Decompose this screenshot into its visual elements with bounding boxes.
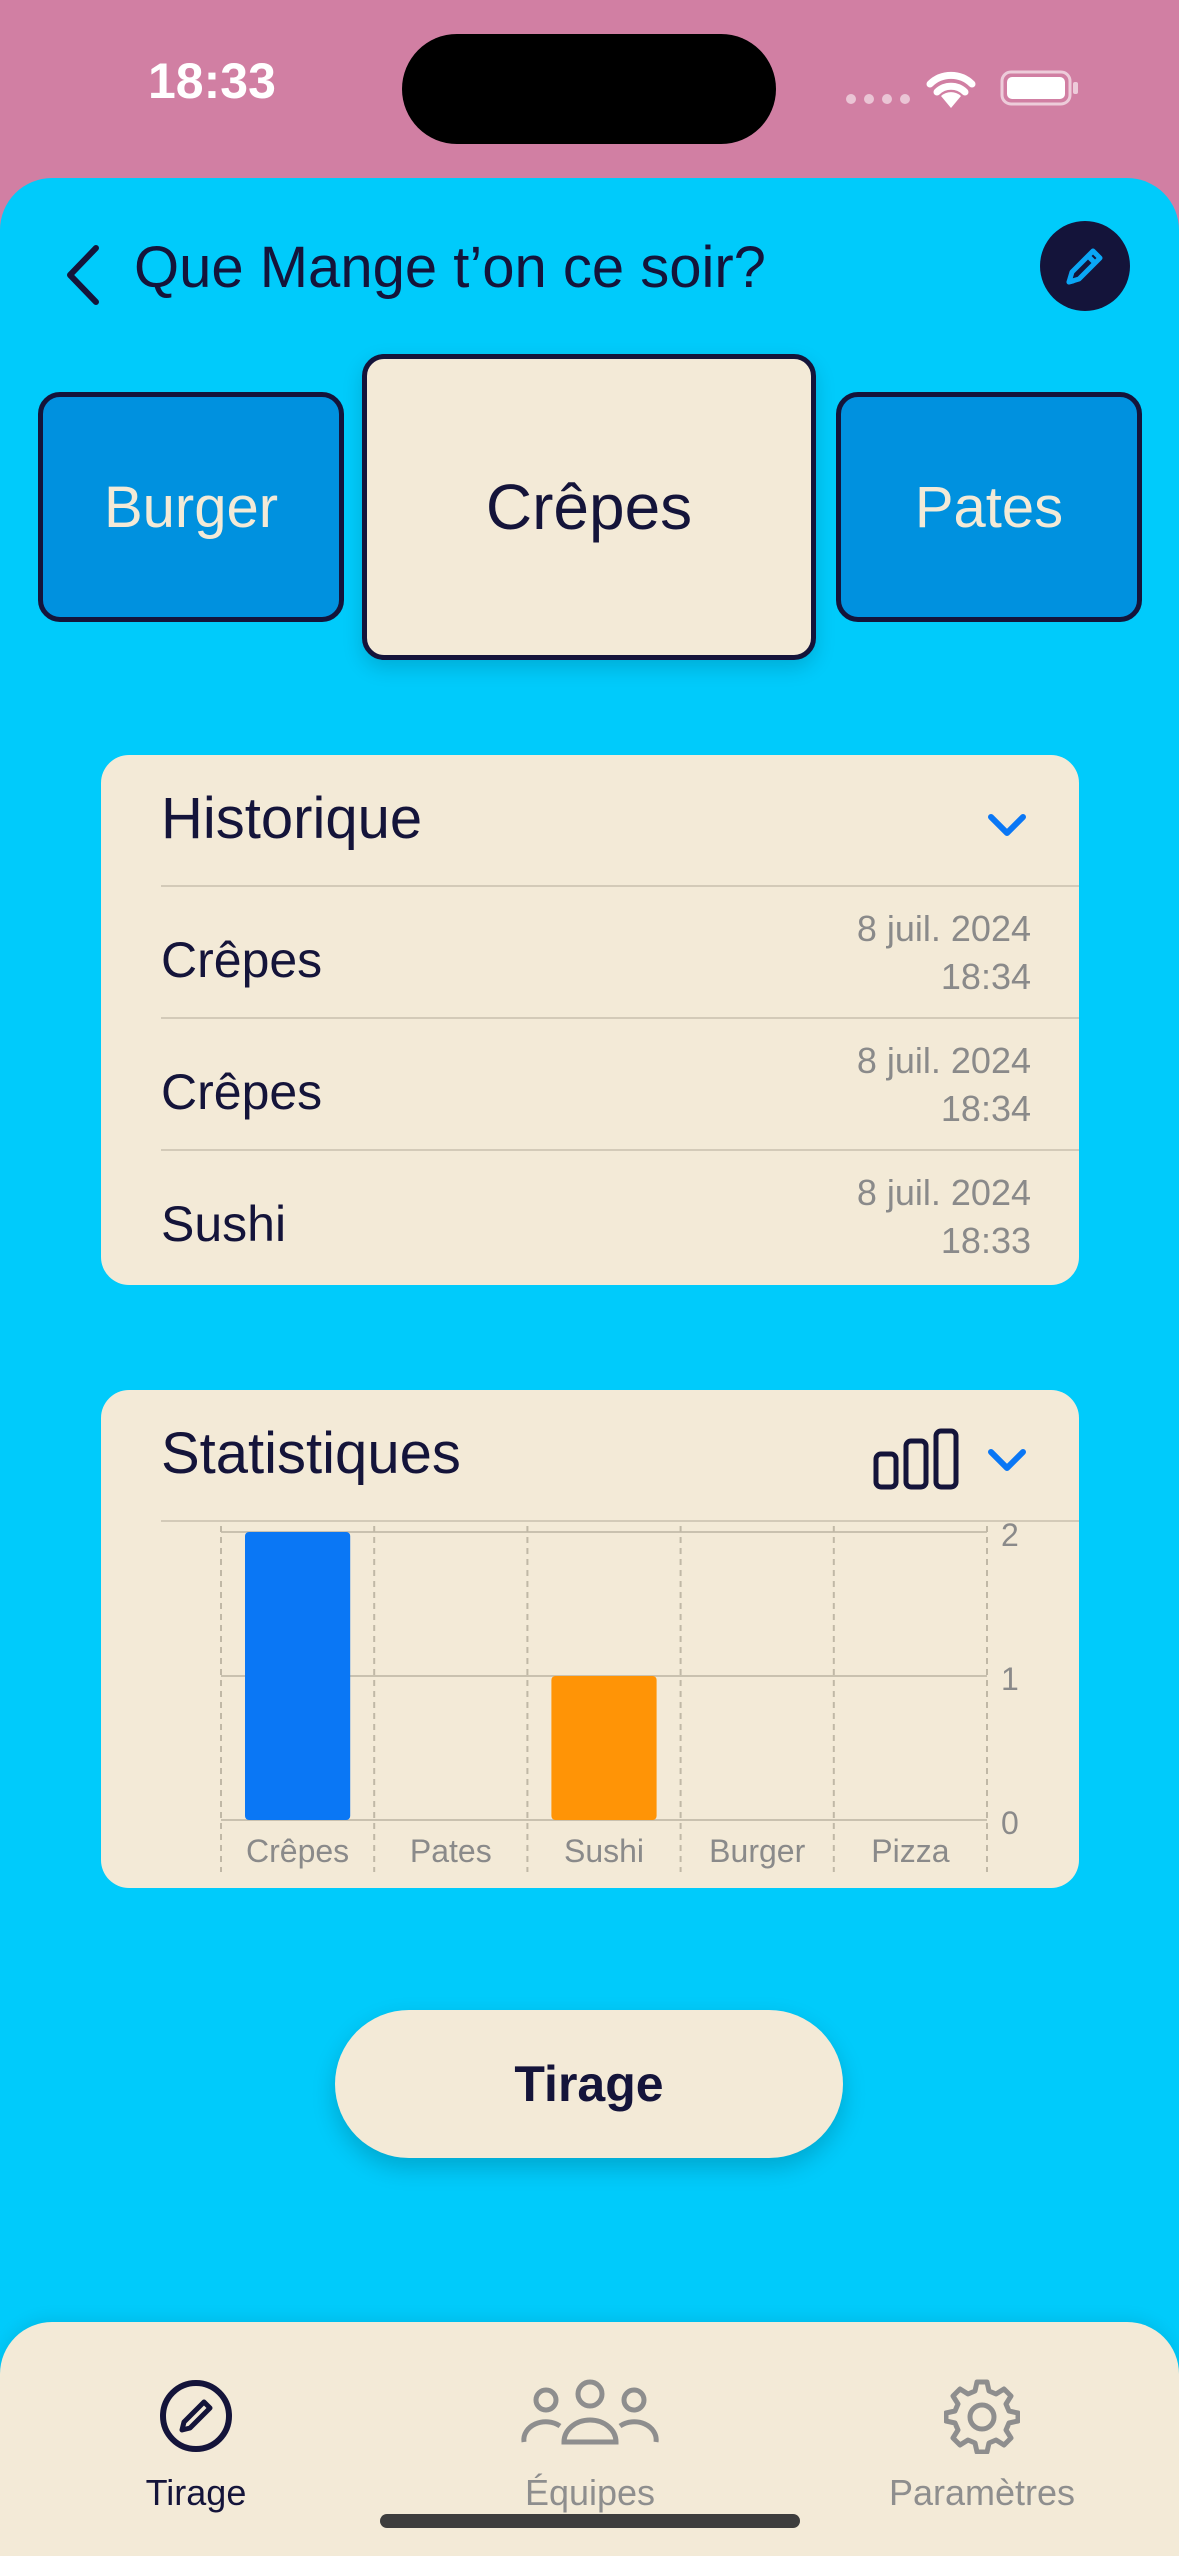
x-tick-label: Burger xyxy=(709,1833,805,1869)
dynamic-island xyxy=(402,34,776,144)
carousel-card-left[interactable]: Burger xyxy=(38,392,344,622)
tab-label: Équipes xyxy=(524,2472,656,2513)
gear-icon xyxy=(944,2379,1020,2454)
tab-label: Paramètres xyxy=(888,2472,1076,2513)
chevron-down-icon[interactable] xyxy=(985,810,1029,840)
x-tick-label: Pates xyxy=(410,1833,492,1869)
x-tick-label: Pizza xyxy=(871,1833,949,1869)
wifi-icon xyxy=(926,71,976,108)
history-item-name: Crêpes xyxy=(161,1064,323,1120)
statistics-title: Statistiques xyxy=(161,1421,461,1486)
statistics-bar-chart: 0 1 2 Crêpes Pates Sushi Burger Pizza xyxy=(220,1522,1019,1872)
y-tick-label: 1 xyxy=(1001,1661,1019,1697)
tab-label: Tirage xyxy=(145,2472,247,2513)
main-sheet: Que Mange t’on ce soir? Burger Crêpes Pa… xyxy=(0,178,1179,2556)
status-time: 18:33 xyxy=(148,53,276,109)
draw-button[interactable]: Tirage xyxy=(335,2010,843,2158)
battery-icon xyxy=(1000,70,1078,106)
history-item-date: 8 juil. 2024 18:33 xyxy=(856,1172,1031,1261)
history-panel: Historique Crêpes 8 juil. 2024 18:34 Crêp… xyxy=(101,755,1079,1285)
carousel-card-right[interactable]: Pates xyxy=(836,392,1142,622)
bar-chart-icon[interactable] xyxy=(873,1428,959,1490)
page-title: Que Mange t’on ce soir? xyxy=(134,235,766,300)
home-indicator xyxy=(380,2514,800,2528)
pencil-icon xyxy=(1066,248,1103,285)
x-tick-label: Crêpes xyxy=(246,1833,349,1869)
history-row: Sushi 8 juil. 2024 18:33 xyxy=(161,1151,1031,1281)
y-tick-label: 0 xyxy=(1001,1805,1019,1841)
edit-button[interactable] xyxy=(1040,221,1130,311)
carousel-card-selected[interactable]: Crêpes xyxy=(362,354,816,660)
x-tick-label: Sushi xyxy=(564,1833,644,1869)
chevron-down-icon[interactable] xyxy=(985,1445,1029,1475)
people-icon xyxy=(521,2379,659,2445)
bar-sushi xyxy=(551,1676,657,1820)
tab-parametres[interactable]: Paramètres xyxy=(832,2322,1132,2556)
y-tick-label: 2 xyxy=(1001,1522,1019,1553)
history-title: Historique xyxy=(161,786,423,851)
history-item-name: Sushi xyxy=(161,1196,287,1252)
pencil-circle-icon xyxy=(160,2380,232,2452)
cellular-signal-icon xyxy=(846,94,910,104)
history-row: Crêpes 8 juil. 2024 18:34 xyxy=(161,1019,1031,1149)
history-item-name: Crêpes xyxy=(161,932,323,988)
history-item-date: 8 juil. 2024 18:34 xyxy=(856,908,1031,997)
statistics-panel: Statistiques 0 1 2 Crêpes Pates Sushi Burger Pi… xyxy=(101,1390,1079,1888)
history-item-date: 8 juil. 2024 18:34 xyxy=(856,1040,1031,1129)
history-row: Crêpes 8 juil. 2024 18:34 xyxy=(161,887,1031,1017)
tab-tirage[interactable]: Tirage xyxy=(46,2322,346,2556)
bar-crêpes xyxy=(245,1532,351,1820)
back-chevron-icon[interactable] xyxy=(58,240,108,310)
